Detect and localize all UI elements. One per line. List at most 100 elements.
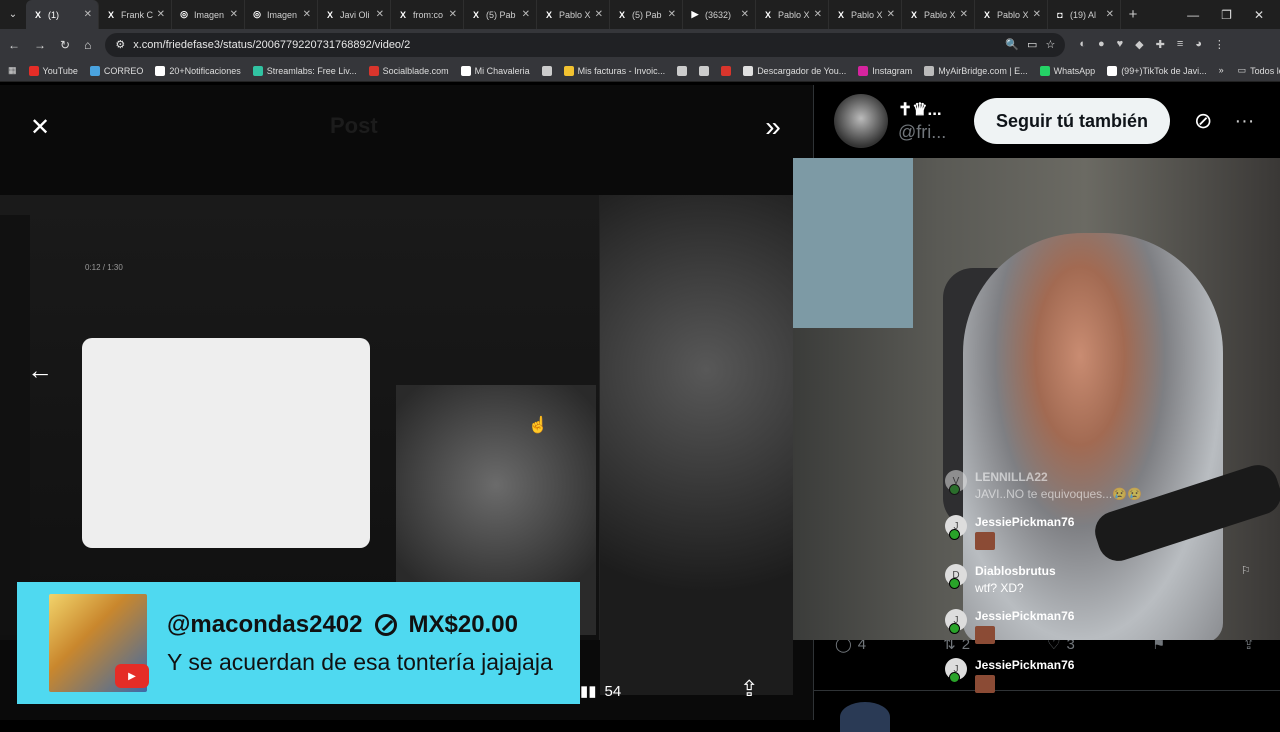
bookmark-item[interactable]: [541, 65, 552, 76]
new-tab-icon[interactable]: +: [1121, 6, 1145, 23]
tab-close-icon[interactable]: ✕: [668, 9, 676, 20]
tab-close-icon[interactable]: ✕: [230, 9, 238, 20]
tab-close-icon[interactable]: ✕: [1106, 9, 1114, 20]
video-frame-screen[interactable]: 0:12 / 1:30 ☝: [0, 195, 600, 640]
profile-avatar[interactable]: ◕: [1195, 38, 1202, 51]
report-icon[interactable]: ⚐: [1241, 564, 1251, 577]
tab-close-icon[interactable]: ✕: [1033, 9, 1041, 20]
chevron-double-right-icon[interactable]: »: [755, 109, 791, 145]
bookmark-favicon-icon: [858, 65, 869, 76]
author-handle[interactable]: @fri...: [898, 122, 958, 143]
browser-tab[interactable]: X Pablo X ✕: [756, 0, 829, 29]
tab-close-icon[interactable]: ✕: [960, 9, 968, 20]
kebab-menu-icon[interactable]: ⋮: [1214, 38, 1225, 51]
author-names[interactable]: ✝♛... @fri...: [898, 100, 958, 143]
grok-icon[interactable]: ⊘: [1194, 108, 1212, 134]
browser-tab[interactable]: X Pablo X ✕: [902, 0, 975, 29]
window-close-icon[interactable]: ✕: [1254, 8, 1264, 22]
browser-tab[interactable]: Xfrom:co ✕: [391, 0, 464, 29]
apps-grid-icon[interactable]: ▦: [8, 65, 17, 76]
tab-close-icon[interactable]: ✕: [449, 9, 457, 20]
back-icon[interactable]: ←: [8, 38, 20, 52]
menu-lines-icon[interactable]: ≡: [1177, 38, 1183, 51]
tab-favicon-icon: X: [983, 9, 990, 20]
bookmark-item[interactable]: Streamlabs: Free Liv...: [252, 65, 357, 76]
zoom-icon[interactable]: 🔍: [1005, 38, 1019, 51]
browser-tab[interactable]: ◎ Imagen ✕: [172, 0, 245, 29]
more-icon[interactable]: ···: [1234, 110, 1254, 133]
forward-icon[interactable]: →: [34, 38, 46, 52]
bookmarks-bar: ▦ YouTube CORREO 20+Notificaciones Streamla…: [0, 60, 1280, 82]
bookmarks-more-icon[interactable]: »: [1219, 65, 1224, 76]
bookmark-item[interactable]: CORREO: [89, 65, 143, 76]
bookmark-item[interactable]: Descargador de You...: [743, 65, 847, 76]
puzzle-icon[interactable]: ✚: [1156, 38, 1165, 51]
browser-tab[interactable]: X (1) ✕: [26, 0, 99, 29]
bookmark-item[interactable]: Mi Chavaleria: [460, 65, 530, 76]
tab-favicon-icon: X: [472, 9, 479, 20]
tab-favicon-icon: ◘: [1057, 9, 1063, 20]
bookmark-favicon-icon: [677, 65, 688, 76]
bookmark-item[interactable]: [721, 65, 732, 76]
bookmark-item[interactable]: 20+Notificaciones: [155, 65, 241, 76]
extension-icon[interactable]: ◆: [1135, 38, 1143, 51]
browser-tab[interactable]: ◘ (19) Al ✕: [1048, 0, 1121, 29]
tab-close-icon[interactable]: ✕: [595, 9, 603, 20]
url-text[interactable]: x.com/friedefase3/status/200677922073176…: [133, 39, 997, 51]
bookmark-favicon-icon: [460, 65, 471, 76]
bookmark-item[interactable]: Instagram: [858, 65, 912, 76]
bookmark-item[interactable]: YouTube: [28, 65, 78, 76]
extension-icon[interactable]: ●: [1098, 38, 1105, 51]
tab-close-icon[interactable]: ✕: [887, 9, 895, 20]
browser-tab[interactable]: X Pablo X ✕: [537, 0, 610, 29]
chat-avatar: D: [945, 564, 967, 589]
tab-close-icon[interactable]: ✕: [814, 9, 822, 20]
bookmark-label: Descargador de You...: [757, 65, 847, 76]
tab-close-icon[interactable]: ✕: [84, 9, 92, 20]
bookmark-item[interactable]: (99+)TikTok de Javi...: [1107, 65, 1207, 76]
site-info-icon[interactable]: ⚙: [115, 38, 125, 51]
close-icon[interactable]: ✕: [22, 109, 58, 145]
tab-search-button[interactable]: ⌄: [0, 0, 26, 29]
home-icon[interactable]: ⌂: [84, 38, 91, 52]
extension-icon[interactable]: ♥: [1117, 38, 1124, 51]
tab-title: (5) Pab: [486, 9, 516, 20]
minimize-icon[interactable]: —: [1187, 8, 1199, 22]
author-display-name[interactable]: ✝♛...: [898, 100, 958, 120]
browser-tab[interactable]: X (5) Pab ✕: [610, 0, 683, 29]
browser-tab[interactable]: X Frank C ✕: [99, 0, 172, 29]
bookmark-favicon-icon: [563, 65, 574, 76]
extension-icon[interactable]: ◐: [1079, 38, 1086, 51]
tab-close-icon[interactable]: ✕: [522, 9, 530, 20]
tab-title: Imagen: [194, 9, 225, 20]
bookmark-item[interactable]: [677, 65, 688, 76]
bookmark-item[interactable]: WhatsApp: [1039, 65, 1096, 76]
views-count[interactable]: ▮▮ 54: [580, 682, 621, 701]
tab-close-icon[interactable]: ✕: [157, 9, 165, 20]
cast-icon[interactable]: ▭: [1027, 38, 1037, 51]
bookmark-item[interactable]: Socialblade.com: [368, 65, 449, 76]
bookmark-label: WhatsApp: [1053, 65, 1096, 76]
tab-close-icon[interactable]: ✕: [376, 9, 384, 20]
bookmark-item[interactable]: Mis facturas - Invoic...: [563, 65, 665, 76]
arrow-left-icon[interactable]: ←: [22, 352, 58, 388]
all-bookmarks-button[interactable]: ▭Todos los marcadores: [1238, 65, 1280, 76]
tab-close-icon[interactable]: ✕: [303, 9, 311, 20]
maximize-icon[interactable]: ❐: [1221, 8, 1232, 22]
bookmark-item[interactable]: MyAirBridge.com | E...: [924, 65, 1028, 76]
browser-tab[interactable]: X (5) Pab ✕: [464, 0, 537, 29]
share-icon[interactable]: ⇪: [740, 676, 758, 702]
bookmark-item[interactable]: [699, 65, 710, 76]
address-bar[interactable]: ⚙ x.com/friedefase3/status/2006779220731…: [105, 32, 1066, 57]
reload-icon[interactable]: ↻: [60, 38, 70, 52]
author-header: ✝♛... @fri... Seguir tú también ⊘ ···: [814, 85, 1280, 157]
browser-tab[interactable]: ▶ (3632) ✕: [683, 0, 756, 29]
browser-tab[interactable]: X Pablo X ✕: [975, 0, 1048, 29]
browser-tab[interactable]: X Pablo X ✕: [829, 0, 902, 29]
browser-tab[interactable]: X Javi Oli ✕: [318, 0, 391, 29]
follow-button[interactable]: Seguir tú también: [974, 98, 1171, 144]
tab-close-icon[interactable]: ✕: [741, 9, 749, 20]
author-avatar[interactable]: [834, 94, 888, 148]
star-icon[interactable]: ☆: [1045, 38, 1055, 51]
browser-tab[interactable]: ◎ Imagen ✕: [245, 0, 318, 29]
